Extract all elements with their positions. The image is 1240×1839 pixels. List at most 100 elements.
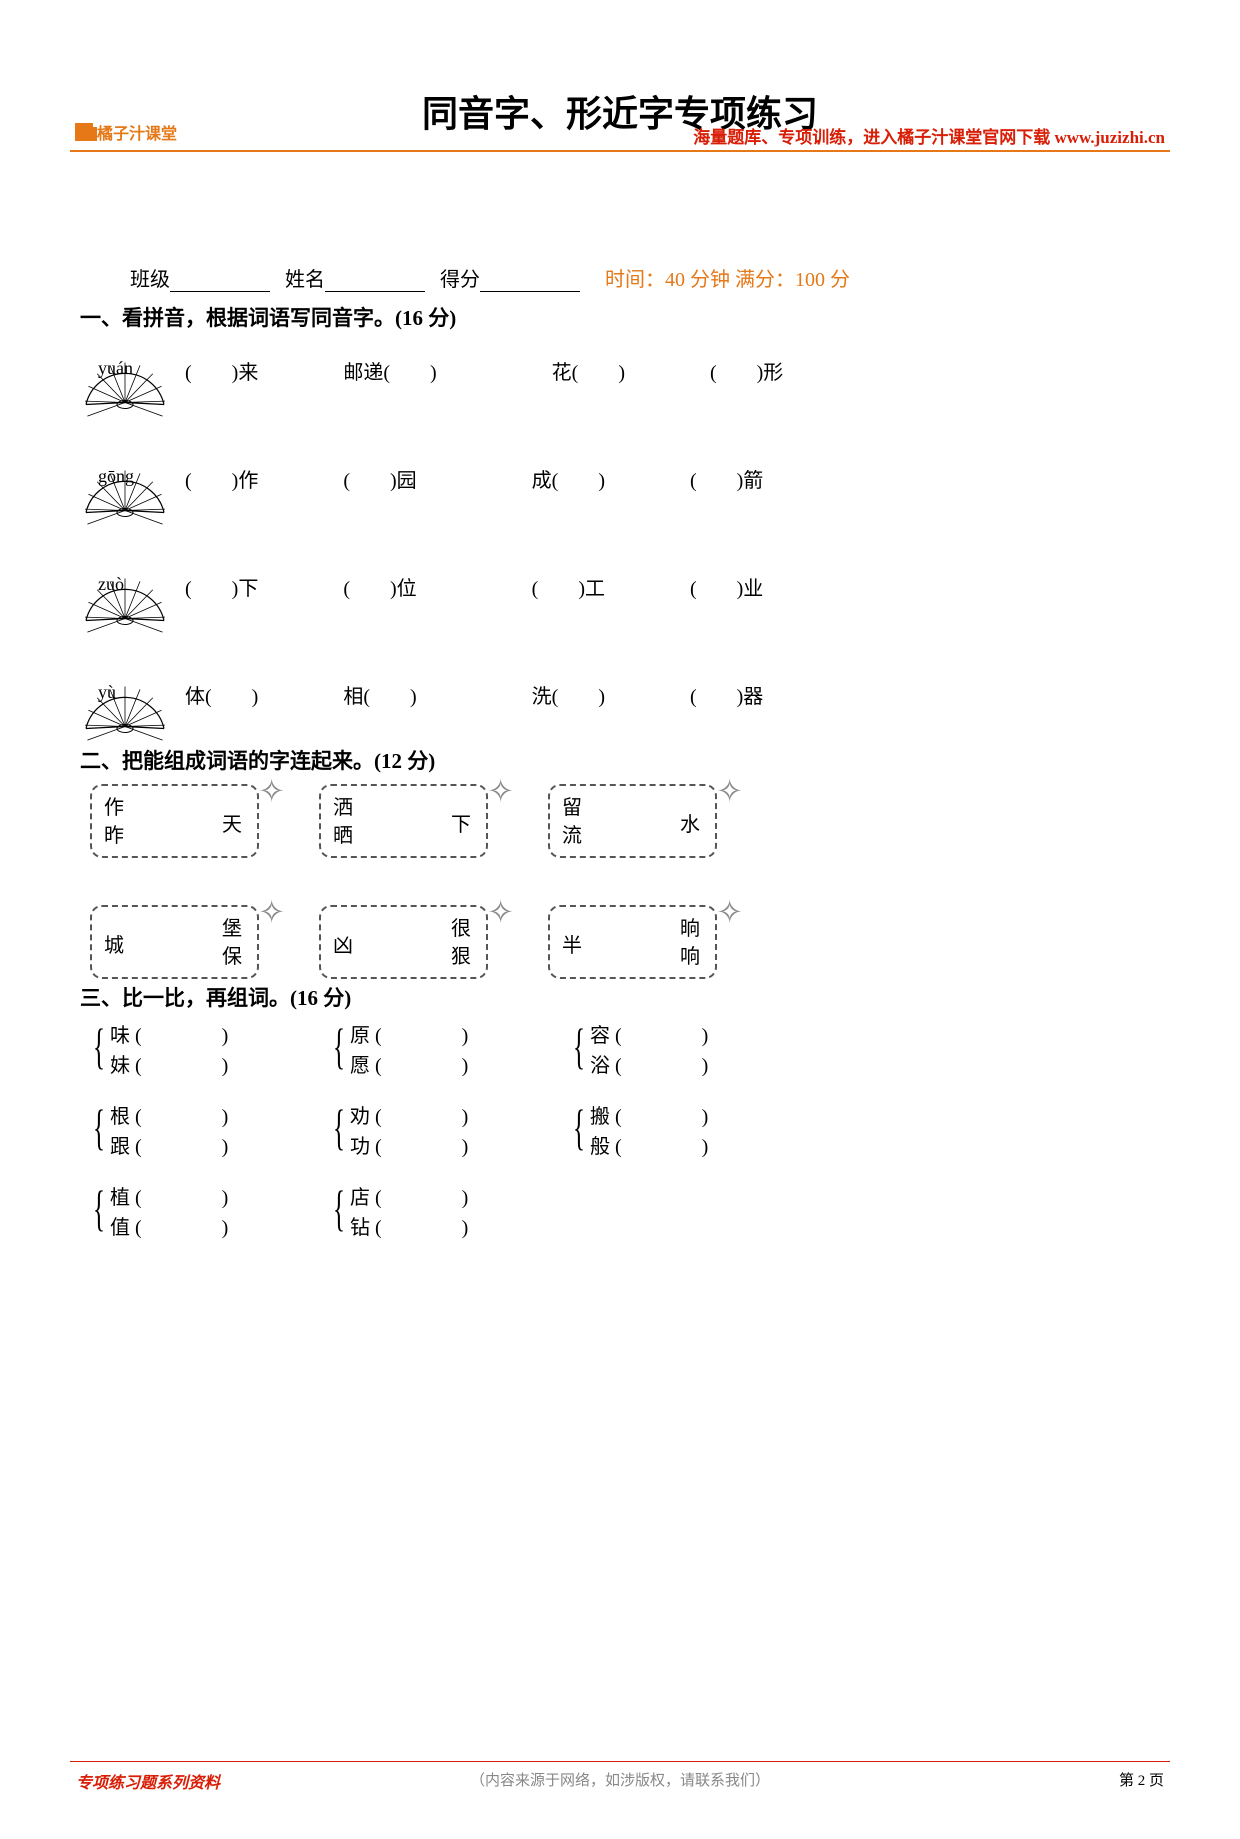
char-line: 原 ( ) [350,1019,468,1048]
match-box[interactable]: 留流 水 ✧ [548,784,717,858]
char-line: 般 ( ) [590,1130,708,1159]
logo-text: 橘子汁课堂 [97,120,177,144]
zuci-pair[interactable]: { 味 ( ) 妹 ( ) [95,1019,295,1074]
char-line: 值 ( ) [110,1211,228,1240]
item[interactable]: ( )下 [185,578,258,600]
char-line: 店 ( ) [350,1181,468,1210]
footer-left: 专项练习题系列资料 [76,1769,220,1793]
zuci-row: { 植 ( ) 值 ( ) { 店 ( ) 钻 ( ) [95,1181,775,1236]
zuci-pair[interactable]: { 原 ( ) 愿 ( ) [335,1019,535,1074]
star-icon: ✧ [716,893,743,931]
brace-icon: { [93,1179,105,1237]
footer-divider [70,1761,1170,1762]
item[interactable]: ( )工 [532,578,605,600]
left-char: 城 [104,929,124,958]
zuci-row: { 味 ( ) 妹 ( ) { 原 ( ) 愿 ( ) { 容 ( ) 浴 ( ) [95,1019,775,1074]
match-box[interactable]: 作昨 天 ✧ [90,784,259,858]
zuci-block: { 味 ( ) 妹 ( ){ 原 ( ) 愿 ( ){ 容 ( ) 浴 ( ){… [95,1019,775,1262]
pinyin-label: yuán [98,358,133,379]
brace-icon: { [333,1179,345,1237]
zuci-pair[interactable]: { 容 ( ) 浴 ( ) [575,1019,775,1074]
item[interactable]: ( )器 [690,686,763,708]
item[interactable]: ( )业 [690,578,763,600]
brace-icon: { [333,1017,345,1075]
fan-row: zuò ( )下 ( )位 ( )工 ( )业 [80,556,1160,656]
left-chars: 留流 [562,794,582,850]
item[interactable]: ( )位 [343,578,416,600]
zuci-pair[interactable]: { 植 ( ) 值 ( ) [95,1181,295,1236]
star-icon: ✧ [258,772,285,810]
footer-center: （内容来源于网络，如涉版权，请联系我们） [470,1769,770,1790]
item[interactable]: 相( ) [343,686,416,708]
brace-icon: { [93,1017,105,1075]
char-line: 劝 ( ) [350,1100,468,1129]
section-3-title: 三、比一比，再组词。(16 分) [80,982,1160,1012]
item-line: ( )来 邮递( ) 花( ) ( )形 [185,356,783,385]
fan-row: yuán ( )来 邮递( ) 花( ) ( )形 [80,340,1160,440]
logo: 橘子汁课堂 [75,120,177,144]
match-row-2: 城 堡保 ✧ 凶 很狠 ✧ 半 晌响 ✧ [90,905,717,979]
char-line: 跟 ( ) [110,1130,228,1159]
star-icon: ✧ [716,772,743,810]
item[interactable]: ( )作 [185,470,258,492]
score-label: 得分 [440,269,480,291]
header-divider [70,150,1170,152]
zuci-pair[interactable]: { 店 ( ) 钻 ( ) [335,1181,535,1236]
zuci-pair[interactable]: { 搬 ( ) 般 ( ) [575,1100,775,1155]
brace-icon: { [333,1098,345,1156]
item[interactable]: ( )园 [343,470,416,492]
left-chars: 洒晒 [333,794,353,850]
brace-icon: { [573,1017,585,1075]
fan-icon: zuò [80,556,170,636]
item-line: ( )作 ( )园 成( ) ( )箭 [185,464,763,493]
pinyin-label: yù [98,682,116,703]
form-line: 班级 姓名 得分 时间：40 分钟 满分：100 分 [130,263,1140,292]
item[interactable]: 花( ) [552,362,625,384]
class-label: 班级 [130,269,170,291]
right-chars: 晌响 [680,915,700,971]
match-box[interactable]: 洒晒 下 ✧ [319,784,488,858]
star-icon: ✧ [487,893,514,931]
char-line: 功 ( ) [350,1130,468,1159]
star-icon: ✧ [258,893,285,931]
name-blank[interactable] [325,273,425,292]
item[interactable]: ( )来 [185,362,258,384]
section-3: 三、比一比，再组词。(16 分) [80,982,1160,1012]
fan-icon: yù [80,664,170,744]
match-box[interactable]: 凶 很狠 ✧ [319,905,488,979]
header-link-text: 海量题库、专项训练，进入橘子汁课堂官网下载 www.juzizhi.cn [693,123,1165,148]
left-char: 凶 [333,929,353,958]
char-line: 钻 ( ) [350,1211,468,1240]
item[interactable]: 体( ) [185,686,258,708]
section-2: 二、把能组成词语的字连起来。(12 分) [80,745,1160,775]
item[interactable]: 洗( ) [532,686,605,708]
footer-right: 第 2 页 [1119,1769,1164,1790]
pinyin-label: gōng [98,466,134,487]
class-blank[interactable] [170,273,270,292]
match-box[interactable]: 半 晌响 ✧ [548,905,717,979]
match-box[interactable]: 城 堡保 ✧ [90,905,259,979]
char-line: 妹 ( ) [110,1049,228,1078]
char-line: 根 ( ) [110,1100,228,1129]
meta-info: 时间：40 分钟 满分：100 分 [605,269,850,291]
right-char: 水 [680,808,700,837]
score-blank[interactable] [480,273,580,292]
section-1: 一、看拼音，根据词语写同音字。(16 分) yuán ( )来 邮递( ) 花(… [80,302,1160,764]
page-footer: 专项练习题系列资料 （内容来源于网络，如涉版权，请联系我们） 第 2 页 [0,1769,1240,1799]
right-chars: 堡保 [222,915,242,971]
item-line: 体( ) 相( ) 洗( ) ( )器 [185,680,763,709]
right-char: 下 [451,808,471,837]
match-row-1: 作昨 天 ✧ 洒晒 下 ✧ 留流 水 ✧ [90,784,717,858]
star-icon: ✧ [487,772,514,810]
item[interactable]: ( )形 [710,362,783,384]
zuci-pair[interactable]: { 劝 ( ) 功 ( ) [335,1100,535,1155]
char-line: 容 ( ) [590,1019,708,1048]
right-char: 天 [222,808,242,837]
item[interactable]: 成( ) [532,470,605,492]
char-line: 植 ( ) [110,1181,228,1210]
item[interactable]: ( )箭 [690,470,763,492]
item[interactable]: 邮递( ) [343,362,436,384]
brace-icon: { [93,1098,105,1156]
pinyin-label: zuò [98,574,124,595]
zuci-pair[interactable]: { 根 ( ) 跟 ( ) [95,1100,295,1155]
